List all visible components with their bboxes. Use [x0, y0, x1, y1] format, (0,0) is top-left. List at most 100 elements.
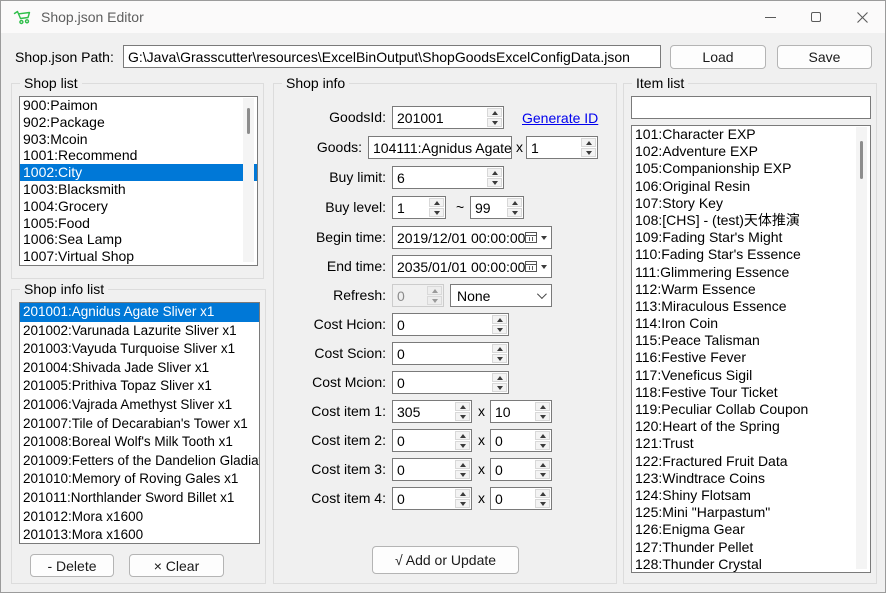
- list-item[interactable]: 121:Trust: [632, 435, 870, 452]
- delete-button[interactable]: - Delete: [30, 554, 114, 577]
- list-item[interactable]: 105:Companionship EXP: [632, 160, 870, 177]
- spin-up-icon[interactable]: [487, 108, 502, 117]
- list-item[interactable]: 1001:Recommend: [20, 147, 257, 164]
- dropdown-arrow-icon[interactable]: [541, 236, 547, 240]
- spin-up-icon[interactable]: [535, 489, 550, 498]
- add-or-update-button[interactable]: √ Add or Update: [372, 546, 519, 574]
- spin-down-icon[interactable]: [535, 499, 550, 508]
- list-item[interactable]: 900:Paimon: [20, 97, 257, 114]
- spin-down-icon[interactable]: [581, 148, 596, 157]
- spin-down-icon[interactable]: [535, 441, 550, 450]
- path-input[interactable]: G:\Java\Grasscutter\resources\ExcelBinOu…: [123, 45, 661, 68]
- goods-id-spinner[interactable]: 201001: [392, 106, 504, 129]
- list-item[interactable]: 201012:Mora x1600: [20, 508, 259, 527]
- list-item[interactable]: 114:Iron Coin: [632, 315, 870, 332]
- list-item[interactable]: 113:Miraculous Essence: [632, 298, 870, 315]
- dropdown-arrow-icon[interactable]: [541, 265, 547, 269]
- cost-item-2-id-spinner[interactable]: 0: [392, 429, 472, 452]
- spin-up-icon[interactable]: [492, 315, 507, 324]
- list-item[interactable]: 201003:Vayuda Turquoise Sliver x1: [20, 340, 259, 359]
- cost-item-4-count-spinner[interactable]: 0: [490, 487, 552, 510]
- cost-mcion-spinner[interactable]: 0: [392, 371, 509, 394]
- list-item[interactable]: 101:Character EXP: [632, 126, 870, 143]
- cost-item-3-count-spinner[interactable]: 0: [490, 458, 552, 481]
- cost-item-1-id-spinner[interactable]: 305: [392, 400, 472, 423]
- list-item[interactable]: 201004:Shivada Jade Sliver x1: [20, 359, 259, 378]
- list-item[interactable]: 1004:Grocery: [20, 198, 257, 215]
- shop-info-list[interactable]: 201001:Agnidus Agate Sliver x1201002:Var…: [19, 302, 260, 544]
- list-item[interactable]: 107:Story Key: [632, 195, 870, 212]
- list-item[interactable]: 106:Original Resin: [632, 178, 870, 195]
- generate-id-link[interactable]: Generate ID: [522, 110, 598, 126]
- cost-item-3-id-spinner[interactable]: 0: [392, 458, 472, 481]
- list-item[interactable]: 902:Package: [20, 114, 257, 131]
- list-item[interactable]: 201010:Memory of Roving Gales x1: [20, 470, 259, 489]
- list-item[interactable]: 128:Thunder Crystal: [632, 556, 870, 573]
- goods-input[interactable]: 104111:Agnidus Agate S: [368, 136, 512, 159]
- list-item[interactable]: 125:Mini "Harpastum": [632, 504, 870, 521]
- item-search-input[interactable]: [631, 96, 871, 119]
- list-item[interactable]: 118:Festive Tour Ticket: [632, 384, 870, 401]
- list-item[interactable]: 1007:Virtual Shop: [20, 248, 257, 265]
- list-item[interactable]: 1006:Sea Lamp: [20, 231, 257, 248]
- shop-list[interactable]: 900:Paimon902:Package903:Mcoin1001:Recom…: [19, 96, 258, 266]
- list-item[interactable]: 201011:Northlander Sword Billet x1: [20, 489, 259, 508]
- list-item[interactable]: 201005:Prithiva Topaz Sliver x1: [20, 377, 259, 396]
- cost-item-1-count-spinner[interactable]: 10: [490, 400, 552, 423]
- list-item[interactable]: 126:Enigma Gear: [632, 521, 870, 538]
- list-item[interactable]: 117:Veneficus Sigil: [632, 367, 870, 384]
- scrollbar-thumb[interactable]: [247, 108, 250, 134]
- cost-item-2-count-spinner[interactable]: 0: [490, 429, 552, 452]
- clear-button[interactable]: × Clear: [129, 554, 224, 577]
- spin-down-icon[interactable]: [429, 208, 444, 217]
- buy-level-min-spinner[interactable]: 1: [392, 196, 446, 219]
- buy-level-max-spinner[interactable]: 99: [470, 196, 524, 219]
- list-item[interactable]: 201007:Tile of Decarabian's Tower x1: [20, 415, 259, 434]
- scrollbar-thumb[interactable]: [860, 141, 863, 179]
- spin-down-icon[interactable]: [492, 354, 507, 363]
- spin-down-icon[interactable]: [535, 470, 550, 479]
- spin-up-icon[interactable]: [507, 198, 522, 207]
- spin-down-icon[interactable]: [487, 178, 502, 187]
- cost-scion-spinner[interactable]: 0: [392, 342, 509, 365]
- spin-up-icon[interactable]: [487, 168, 502, 177]
- item-list-scrollbar[interactable]: [856, 127, 867, 569]
- list-item[interactable]: 112:Warm Essence: [632, 281, 870, 298]
- list-item[interactable]: 123:Windtrace Coins: [632, 470, 870, 487]
- spin-down-icon[interactable]: [492, 383, 507, 392]
- buy-limit-spinner[interactable]: 6: [392, 166, 504, 189]
- list-item[interactable]: 119:Peculiar Collab Coupon: [632, 401, 870, 418]
- list-item[interactable]: 111:Glimmering Essence: [632, 264, 870, 281]
- list-item[interactable]: 1003:Blacksmith: [20, 181, 257, 198]
- list-item[interactable]: 201001:Agnidus Agate Sliver x1: [20, 303, 259, 322]
- spin-down-icon[interactable]: [507, 208, 522, 217]
- item-list[interactable]: 101:Character EXP102:Adventure EXP105:Co…: [631, 125, 871, 573]
- list-item[interactable]: 108:[CHS] - (test)天体推演: [632, 212, 870, 229]
- list-item[interactable]: 124:Shiny Flotsam: [632, 487, 870, 504]
- list-item[interactable]: 1002:City: [20, 164, 257, 181]
- spin-down-icon[interactable]: [535, 412, 550, 421]
- spin-up-icon[interactable]: [492, 344, 507, 353]
- list-item[interactable]: 115:Peace Talisman: [632, 332, 870, 349]
- list-item[interactable]: 116:Festive Fever: [632, 349, 870, 366]
- spin-up-icon[interactable]: [492, 373, 507, 382]
- list-item[interactable]: 110:Fading Star's Essence: [632, 246, 870, 263]
- list-item[interactable]: 1005:Food: [20, 215, 257, 232]
- spin-up-icon[interactable]: [429, 198, 444, 207]
- spin-down-icon[interactable]: [455, 441, 470, 450]
- spin-down-icon[interactable]: [487, 118, 502, 127]
- spin-down-icon[interactable]: [455, 412, 470, 421]
- spin-up-icon[interactable]: [535, 460, 550, 469]
- spin-down-icon[interactable]: [492, 325, 507, 334]
- minimize-button[interactable]: [747, 1, 793, 33]
- list-item[interactable]: 201013:Mora x1600: [20, 526, 259, 544]
- spin-down-icon[interactable]: [455, 499, 470, 508]
- shop-list-scrollbar[interactable]: [243, 98, 254, 262]
- close-button[interactable]: [839, 1, 885, 33]
- list-item[interactable]: 201009:Fetters of the Dandelion Gladiato: [20, 452, 259, 471]
- list-item[interactable]: 903:Mcoin: [20, 131, 257, 148]
- list-item[interactable]: 201008:Boreal Wolf's Milk Tooth x1: [20, 433, 259, 452]
- list-item[interactable]: 127:Thunder Pellet: [632, 539, 870, 556]
- save-button[interactable]: Save: [777, 45, 872, 69]
- end-time-picker[interactable]: 2035/01/01 00:00:00: [392, 255, 552, 278]
